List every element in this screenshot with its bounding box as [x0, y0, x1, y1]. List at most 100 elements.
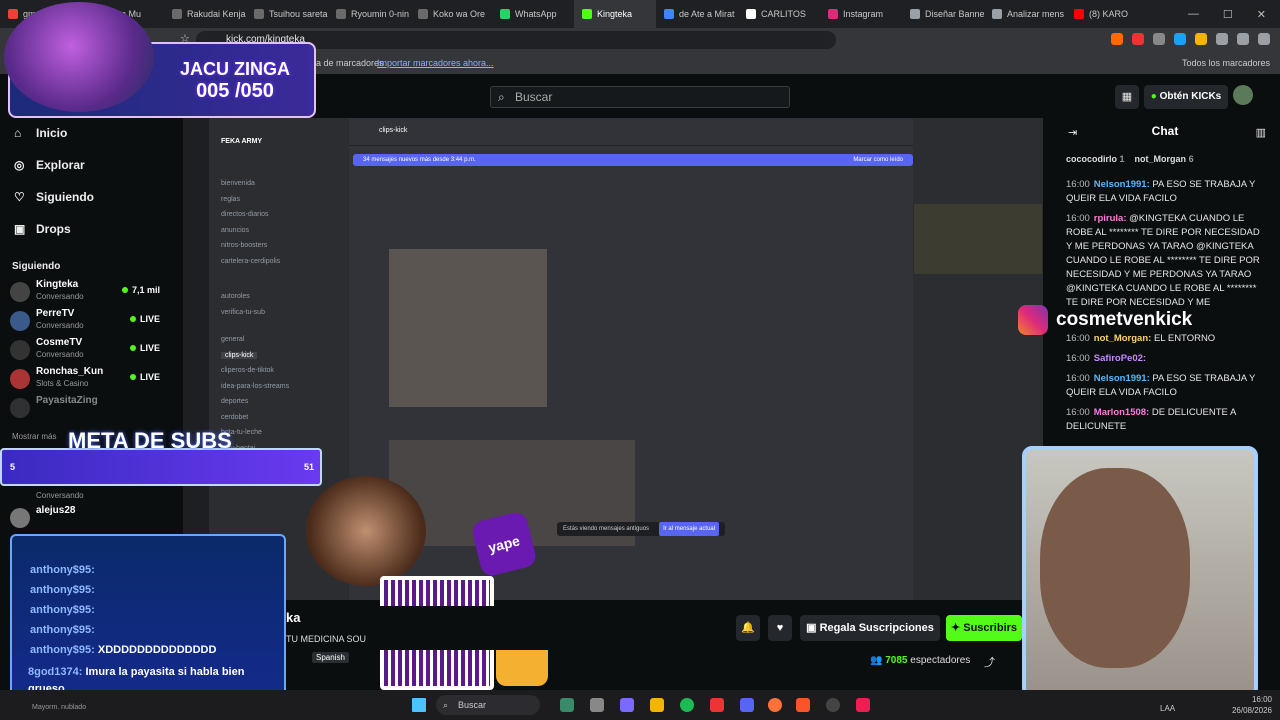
layout-icon[interactable]: ▦	[1115, 85, 1139, 109]
tab-favicon-icon	[910, 9, 920, 19]
brave-icon[interactable]	[796, 698, 810, 712]
discord-server-list	[183, 118, 209, 600]
language-tag[interactable]: Spanish	[312, 652, 349, 663]
puzzle-icon[interactable]	[1216, 33, 1228, 45]
followed-channel[interactable]: alejus28	[10, 504, 170, 532]
tab-label: Diseñar Banne	[925, 9, 984, 19]
gift-icon: ▣	[806, 622, 820, 634]
firefox-icon[interactable]	[768, 698, 782, 712]
browser-tab[interactable]: CARLITOS	[738, 0, 820, 28]
heart-icon: ♥	[776, 622, 784, 634]
viewer-count: 👥 7085 espectadores	[870, 655, 971, 666]
instagram-icon	[1018, 305, 1048, 335]
discord-channel-header: clips-kick	[349, 118, 913, 146]
followed-channel[interactable]: CosmeTV Conversando LIVE	[10, 336, 170, 364]
browser-tab[interactable]: Rakudai Kenja	[164, 0, 246, 28]
browser-tab[interactable]: Ryoumin 0-nin	[328, 0, 410, 28]
share-icon[interactable]: ⤴	[984, 654, 995, 670]
chat-message: 16:00 Marlon1508: DE DELICUENTE A DELICUN…	[1066, 407, 1236, 432]
notifications-button[interactable]: 🔔	[736, 615, 760, 641]
spotify-icon[interactable]	[680, 698, 694, 712]
sub-goal-title: META DE SUBS	[68, 428, 232, 453]
brave-shield-icon[interactable]	[1111, 33, 1123, 45]
tiktok-icon[interactable]	[856, 698, 870, 712]
followed-channel[interactable]: Kingteka Conversando 7,1 mil	[10, 278, 170, 306]
nav-following[interactable]: ♡ Siguiendo	[14, 190, 94, 204]
clock[interactable]: 16:00 26/08/2026	[1232, 694, 1272, 716]
import-bookmarks-link[interactable]: Importar marcadores ahora...	[377, 58, 494, 68]
discord-new-messages-banner[interactable]: 34 mensajes nuevos más desde 3:44 p.m. M…	[353, 154, 913, 166]
tab-favicon-icon	[746, 9, 756, 19]
all-bookmarks-button[interactable]: Todos los marcadores	[1182, 58, 1270, 68]
clip-video[interactable]	[389, 249, 547, 407]
channel-category: Slots & Casino	[36, 379, 89, 388]
chat-message: 16:00 rpirula: @KINGTEKA CUANDO LE ROBE A…	[1066, 213, 1260, 306]
jump-to-present-button[interactable]: Ir al mensaje actual	[659, 522, 720, 536]
followed-channel[interactable]: Ronchas_Kun Slots & Casino LIVE	[10, 365, 170, 393]
search-icon: ⌕	[498, 90, 505, 104]
tab-favicon-icon	[828, 9, 838, 19]
app-icon[interactable]	[710, 698, 724, 712]
extension-icon[interactable]	[1153, 33, 1165, 45]
browser-tab[interactable]: Diseñar Banne	[902, 0, 984, 28]
tab-label: Instagram	[843, 9, 884, 19]
follow-button[interactable]: ♥	[768, 615, 792, 641]
chat-title: Chat	[1151, 124, 1179, 138]
close-icon[interactable]: ✕	[1257, 8, 1266, 21]
profile-icon[interactable]	[1258, 33, 1270, 45]
taskbar-search[interactable]: ⌕ Buscar	[436, 695, 540, 715]
channel-name: PayasitaZing	[36, 395, 98, 406]
followed-channel[interactable]: PayasitaZing	[10, 394, 170, 422]
browser-tab[interactable]: Analizar mens	[984, 0, 1066, 28]
browser-tab[interactable]: Tsuihou sareta	[246, 0, 328, 28]
extensions-bar	[1111, 33, 1270, 45]
discord-icon[interactable]	[740, 698, 754, 712]
browser-tab[interactable]: (8) KARO	[1066, 0, 1148, 28]
search-input[interactable]: ⌕ Buscar	[490, 86, 790, 108]
input-language[interactable]: LAA	[1160, 704, 1175, 713]
channel-category: Conversando	[36, 321, 84, 330]
maximize-icon[interactable]: ☐	[1223, 8, 1233, 21]
avatar[interactable]	[1233, 85, 1253, 105]
minimize-icon[interactable]: —	[1188, 8, 1199, 21]
browser-tab[interactable]: de Ate a Mirat	[656, 0, 738, 28]
browser-tab[interactable]: Koko wa Ore	[410, 0, 492, 28]
chat-username[interactable]: Nelson1991:	[1094, 179, 1150, 190]
stream-category[interactable]: TU MEDICINA SOU	[286, 634, 366, 644]
obs-icon[interactable]	[826, 698, 840, 712]
chat-username[interactable]: rpirula:	[1094, 213, 1127, 224]
chat-username[interactable]: Nelson1991:	[1094, 373, 1150, 384]
subscribe-button[interactable]: ✦ Suscribirs	[946, 615, 1022, 641]
browser-tab[interactable]: Kingteka	[574, 0, 656, 28]
show-more-link[interactable]: Mostrar más	[12, 432, 56, 441]
chat-username[interactable]: SafiroPe02:	[1094, 353, 1146, 364]
chat-message: 16:00 Nelson1991: PA ESO SE TRABAJA Y QUE…	[1066, 179, 1256, 204]
top-gifter[interactable]: not_Morgan 6	[1135, 154, 1194, 164]
discord-channel: verifica-tu-sub	[221, 308, 265, 316]
get-kicks-button[interactable]: ● Obtén KICKs	[1144, 85, 1228, 109]
nav-explore[interactable]: ◎ Explorar	[14, 158, 85, 172]
tab-label: CARLITOS	[761, 9, 806, 19]
browser-tab[interactable]: Instagram	[820, 0, 902, 28]
discord-channel: cliperos-de-tiktok	[221, 367, 274, 374]
extension-icon[interactable]	[1174, 33, 1186, 45]
users-icon[interactable]: ▥	[1256, 126, 1266, 139]
browser-tab[interactable]: WhatsApp	[492, 0, 574, 28]
nav-drops[interactable]: ▣ Drops	[14, 222, 71, 236]
app-icon[interactable]	[590, 698, 604, 712]
chat-username[interactable]: Marlon1508:	[1094, 407, 1149, 418]
download-icon[interactable]	[1237, 33, 1249, 45]
windows-start-icon[interactable]	[412, 698, 426, 712]
app-icon[interactable]	[560, 698, 574, 712]
top-gifter[interactable]: cococodirlo 1	[1066, 154, 1125, 164]
folder-icon[interactable]	[650, 698, 664, 712]
top-gifters: cococodirlo 1 not_Morgan 6	[1066, 154, 1194, 164]
rewards-icon[interactable]	[1132, 33, 1144, 45]
discord-channel: directos-diarios	[221, 211, 269, 218]
discord-channel: cartelera-cerdipolis	[221, 257, 281, 265]
nav-home[interactable]: ⌂ Inicio	[14, 126, 67, 140]
extension-icon[interactable]	[1195, 33, 1207, 45]
gift-subs-button[interactable]: ▣ Regala Suscripciones	[800, 615, 940, 641]
followed-channel[interactable]: PerreTV Conversando LIVE	[10, 307, 170, 335]
app-icon[interactable]	[620, 698, 634, 712]
